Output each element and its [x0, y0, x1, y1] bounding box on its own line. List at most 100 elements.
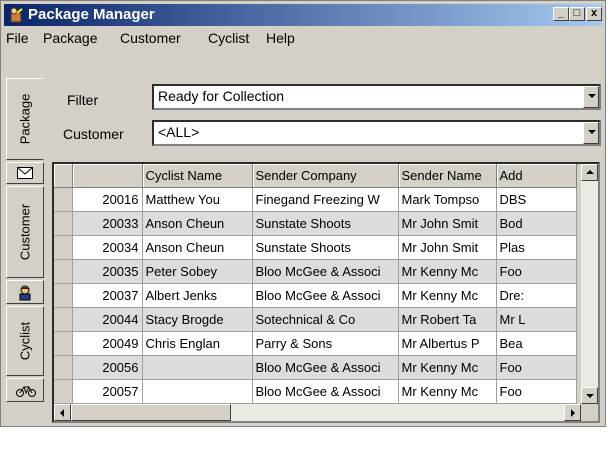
cell-address[interactable]: Mr L: [496, 307, 577, 332]
vertical-scrollbar[interactable]: [581, 164, 598, 404]
cell-cyclist-name[interactable]: [142, 379, 253, 404]
table-row[interactable]: 20057 Bloo McGee & Associ Mr Kenny Mc Foo: [54, 379, 577, 404]
cell-sender-name[interactable]: Mr John Smit: [398, 235, 497, 260]
close-button[interactable]: x: [586, 7, 602, 21]
tab-cyclist[interactable]: Cyclist: [6, 306, 44, 376]
cell-cyclist-name[interactable]: [142, 355, 253, 380]
cell-address[interactable]: Foo: [496, 379, 577, 404]
cell-sender-company[interactable]: Bloo McGee & Associ: [252, 355, 399, 380]
cell-id[interactable]: 20035: [72, 259, 143, 284]
table-row[interactable]: 20037 Albert Jenks Bloo McGee & Associ Mr K…: [54, 283, 577, 308]
cell-id[interactable]: 20016: [72, 187, 143, 212]
row-indicator[interactable]: [54, 235, 73, 260]
menu-cyclist[interactable]: Cyclist: [208, 30, 249, 46]
scroll-left-button[interactable]: [54, 404, 71, 421]
cell-sender-company[interactable]: Parry & Sons: [252, 331, 399, 356]
cell-sender-company[interactable]: Sunstate Shoots: [252, 235, 399, 260]
filter-dropdown-button[interactable]: [583, 86, 599, 108]
maximize-button[interactable]: □: [569, 7, 585, 21]
cell-id[interactable]: 20057: [72, 379, 143, 404]
row-indicator[interactable]: [54, 187, 73, 212]
cell-id[interactable]: 20049: [72, 331, 143, 356]
cell-cyclist-name[interactable]: Albert Jenks: [142, 283, 253, 308]
cell-cyclist-name[interactable]: Anson Cheun: [142, 211, 253, 236]
row-indicator[interactable]: [54, 331, 73, 356]
tab-package[interactable]: Package: [6, 78, 44, 160]
cell-cyclist-name[interactable]: Anson Cheun: [142, 235, 253, 260]
table-row[interactable]: 20049 Chris Englan Parry & Sons Mr Albertus…: [54, 331, 577, 356]
tab-customer-icon-button[interactable]: [6, 280, 44, 304]
column-header-sender-name[interactable]: Sender Name: [398, 164, 497, 188]
cell-sender-company[interactable]: Bloo McGee & Associ: [252, 259, 399, 284]
row-indicator[interactable]: [54, 355, 73, 380]
table-row[interactable]: 20033 Anson Cheun Sunstate Shoots Mr John S…: [54, 211, 577, 236]
cell-sender-name[interactable]: Mr Albertus P: [398, 331, 497, 356]
window-title: Package Manager: [28, 6, 155, 23]
cell-sender-company[interactable]: Finegand Freezing W: [252, 187, 399, 212]
menu-file[interactable]: File: [6, 30, 29, 46]
cell-sender-name[interactable]: Mark Tompso: [398, 187, 497, 212]
cell-sender-name[interactable]: Mr Kenny Mc: [398, 283, 497, 308]
table-row[interactable]: 20044 Stacy Brogde Sotechnical & Co Mr Robe…: [54, 307, 577, 332]
cell-address[interactable]: Foo: [496, 355, 577, 380]
cell-id[interactable]: 20033: [72, 211, 143, 236]
column-header-address[interactable]: Add: [496, 164, 577, 188]
cell-address[interactable]: Foo: [496, 259, 577, 284]
cell-sender-name[interactable]: Mr Kenny Mc: [398, 379, 497, 404]
cell-cyclist-name[interactable]: Peter Sobey: [142, 259, 253, 284]
customer-dropdown-button[interactable]: [583, 122, 599, 144]
row-indicator-header: [54, 164, 73, 188]
minimize-button[interactable]: _: [553, 7, 569, 21]
tab-customer[interactable]: Customer: [6, 186, 44, 278]
customer-value: <ALL>: [158, 124, 200, 140]
customer-dropdown[interactable]: <ALL>: [152, 120, 601, 146]
cell-sender-company[interactable]: Sotechnical & Co: [252, 307, 399, 332]
chevron-down-icon: [588, 94, 596, 98]
menu-customer[interactable]: Customer: [120, 30, 181, 46]
tab-cyclist-icon-button[interactable]: [6, 378, 44, 402]
row-indicator[interactable]: [54, 307, 73, 332]
menu-help[interactable]: Help: [266, 30, 295, 46]
cell-sender-company[interactable]: Bloo McGee & Associ: [252, 379, 399, 404]
cell-address[interactable]: Bod: [496, 211, 577, 236]
cell-address[interactable]: Bea: [496, 331, 577, 356]
title-bar[interactable]: Package Manager _ □ x: [4, 4, 603, 26]
cell-sender-name[interactable]: Mr Robert Ta: [398, 307, 497, 332]
cell-sender-name[interactable]: Mr Kenny Mc: [398, 259, 497, 284]
scroll-right-button[interactable]: [564, 404, 581, 421]
cell-sender-company[interactable]: Bloo McGee & Associ: [252, 283, 399, 308]
column-header-cyclist-name[interactable]: Cyclist Name: [142, 164, 253, 188]
side-tab-strip: Package Customer Cyclist: [4, 78, 44, 426]
cell-id[interactable]: 20037: [72, 283, 143, 308]
row-indicator[interactable]: [54, 259, 73, 284]
horizontal-scrollbar[interactable]: [54, 404, 581, 421]
cell-cyclist-name[interactable]: Stacy Brogde: [142, 307, 253, 332]
cell-sender-company[interactable]: Sunstate Shoots: [252, 211, 399, 236]
tab-package-icon-button[interactable]: [6, 162, 44, 184]
row-indicator[interactable]: [54, 283, 73, 308]
scroll-up-button[interactable]: [581, 164, 598, 181]
table-row[interactable]: 20056 Bloo McGee & Associ Mr Kenny Mc Foo: [54, 355, 577, 380]
cell-id[interactable]: 20056: [72, 355, 143, 380]
table-row[interactable]: 20034 Anson Cheun Sunstate Shoots Mr John S…: [54, 235, 577, 260]
column-header-sender-company[interactable]: Sender Company: [252, 164, 399, 188]
table-row[interactable]: 20016 Matthew You Finegand Freezing W Mark …: [54, 187, 577, 212]
cell-address[interactable]: DBS: [496, 187, 577, 212]
scroll-down-button[interactable]: [581, 387, 598, 404]
cell-cyclist-name[interactable]: Chris Englan: [142, 331, 253, 356]
row-indicator[interactable]: [54, 379, 73, 404]
package-manager-window: Package Manager _ □ x File Package Custo…: [0, 0, 606, 427]
cell-address[interactable]: Dre:: [496, 283, 577, 308]
cell-sender-name[interactable]: Mr John Smit: [398, 211, 497, 236]
filter-dropdown[interactable]: Ready for Collection: [152, 84, 601, 110]
cell-address[interactable]: Plas: [496, 235, 577, 260]
horizontal-scroll-thumb[interactable]: [71, 404, 231, 421]
cell-cyclist-name[interactable]: Matthew You: [142, 187, 253, 212]
column-header-id[interactable]: [72, 164, 143, 188]
cell-id[interactable]: 20034: [72, 235, 143, 260]
row-indicator[interactable]: [54, 211, 73, 236]
cell-id[interactable]: 20044: [72, 307, 143, 332]
menu-package[interactable]: Package: [43, 30, 97, 46]
cell-sender-name[interactable]: Mr Kenny Mc: [398, 355, 497, 380]
table-row[interactable]: 20035 Peter Sobey Bloo McGee & Associ Mr Ke…: [54, 259, 577, 284]
